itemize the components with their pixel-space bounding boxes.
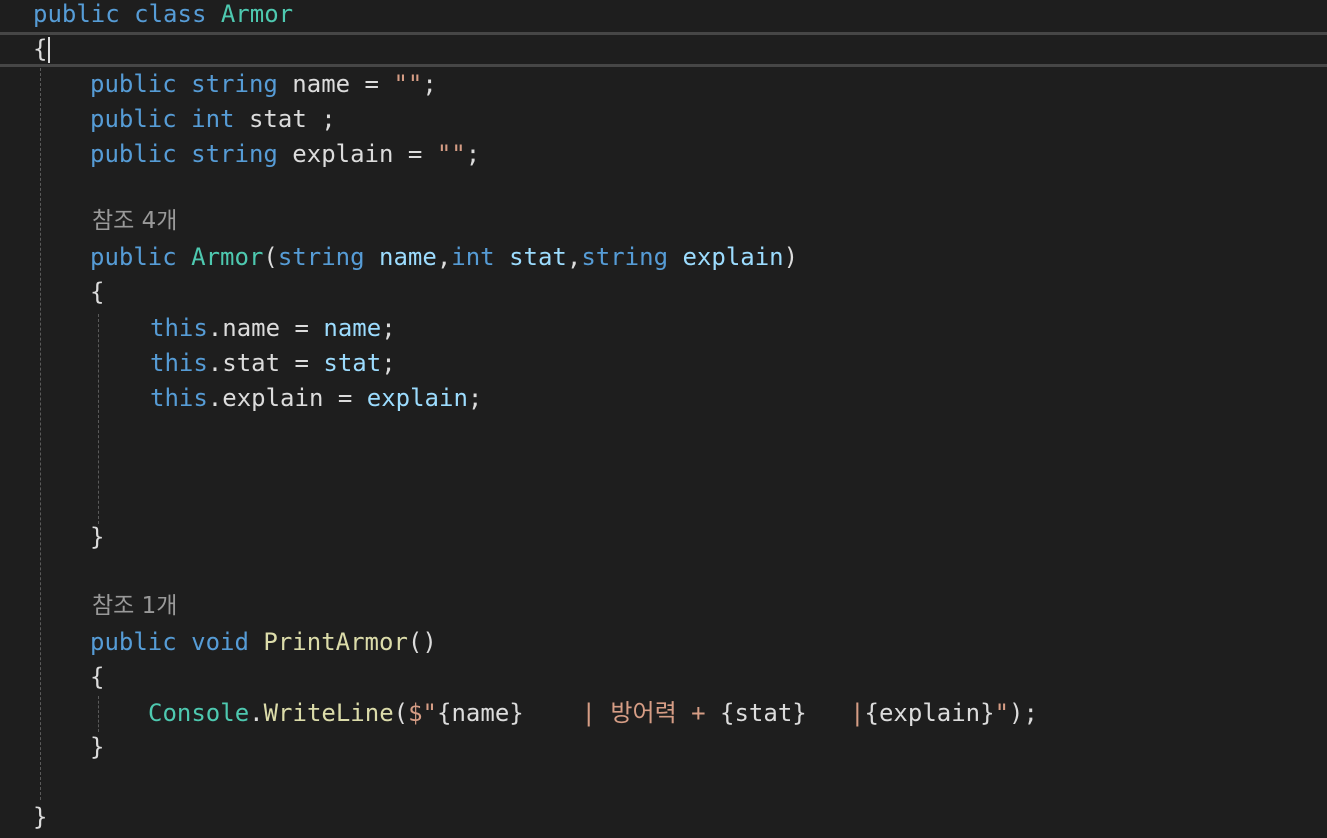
code-token: {explain} bbox=[864, 699, 995, 727]
code-token: string bbox=[191, 140, 278, 168]
codelens-references-method[interactable]: 참조 1개 bbox=[0, 589, 1327, 624]
code-line-13[interactable]: { bbox=[0, 660, 1327, 695]
codelens-references-constructor[interactable]: 참조 4개 bbox=[0, 204, 1327, 239]
text-caret bbox=[48, 37, 51, 63]
code-token: explain bbox=[366, 384, 468, 412]
code-token: . bbox=[249, 699, 264, 727]
code-token: { bbox=[90, 278, 105, 306]
code-token: explain = bbox=[277, 140, 437, 168]
code-token: Console bbox=[148, 699, 250, 727]
code-line-5[interactable]: public string explain = ""; bbox=[0, 137, 1327, 172]
code-token: string bbox=[191, 70, 278, 98]
code-token: explain bbox=[682, 243, 784, 271]
code-token: | 방어력 + bbox=[523, 699, 721, 727]
code-line-15[interactable]: } bbox=[0, 730, 1327, 765]
code-token: .stat = bbox=[207, 349, 324, 377]
code-token: int bbox=[191, 105, 235, 133]
code-token: .explain = bbox=[207, 384, 367, 412]
code-line-11[interactable]: } bbox=[0, 520, 1327, 555]
code-token: public bbox=[90, 105, 177, 133]
code-token: Armor bbox=[220, 0, 294, 28]
code-token: public bbox=[90, 628, 177, 656]
code-token: string bbox=[581, 243, 669, 271]
code-token: { bbox=[33, 35, 48, 63]
code-token: this bbox=[150, 384, 208, 412]
code-token: ); bbox=[1009, 699, 1038, 727]
code-line-7[interactable]: { bbox=[0, 275, 1327, 310]
code-token: "" bbox=[436, 140, 466, 168]
code-token: , bbox=[566, 243, 582, 271]
code-token: | bbox=[806, 699, 865, 727]
code-token: {name} bbox=[437, 699, 524, 727]
code-token: ; bbox=[381, 314, 396, 342]
code-editor[interactable]: public class Armor { public string name … bbox=[0, 0, 1327, 838]
code-token: WriteLine bbox=[263, 699, 394, 727]
code-token: $" bbox=[408, 699, 438, 727]
code-line-8[interactable]: this.name = name; bbox=[0, 311, 1327, 346]
code-line-2-current[interactable]: { bbox=[0, 32, 1327, 67]
code-token: this bbox=[150, 314, 208, 342]
code-token: () bbox=[407, 628, 437, 656]
code-token: ( bbox=[393, 699, 409, 727]
code-token: void bbox=[191, 628, 249, 656]
code-token: { bbox=[90, 663, 105, 691]
code-token: "" bbox=[393, 70, 423, 98]
code-token: ; bbox=[381, 349, 396, 377]
code-token: name = bbox=[277, 70, 394, 98]
code-token: stat ; bbox=[234, 105, 336, 133]
code-token: name bbox=[323, 314, 382, 342]
code-token: string bbox=[277, 243, 365, 271]
code-token: ) bbox=[783, 243, 799, 271]
code-token: PrintArmor bbox=[263, 628, 408, 656]
code-line-1[interactable]: public class Armor bbox=[0, 0, 1327, 32]
code-line-14[interactable]: Console.WriteLine($"{name} | 방어력 + {stat… bbox=[0, 696, 1327, 731]
code-line-16[interactable]: } bbox=[0, 800, 1327, 835]
code-token: } bbox=[33, 803, 48, 831]
code-line-9[interactable]: this.stat = stat; bbox=[0, 346, 1327, 381]
code-token: class bbox=[134, 0, 207, 28]
code-line-12[interactable]: public void PrintArmor() bbox=[0, 625, 1327, 660]
code-token: ; bbox=[467, 384, 483, 412]
code-token: ; bbox=[422, 70, 437, 98]
code-line-3[interactable]: public string name = ""; bbox=[0, 67, 1327, 102]
code-token: } bbox=[90, 523, 105, 551]
code-token: this bbox=[150, 349, 208, 377]
code-token: } bbox=[90, 733, 105, 761]
code-line-2-text: { bbox=[33, 35, 47, 63]
code-token: ; bbox=[465, 140, 481, 168]
code-token: public bbox=[33, 0, 120, 28]
code-token: ( bbox=[263, 243, 278, 271]
code-token: .name = bbox=[207, 314, 324, 342]
code-token: stat bbox=[323, 349, 382, 377]
code-line-10[interactable]: this.explain = explain; bbox=[0, 381, 1327, 416]
code-token: int bbox=[451, 243, 495, 271]
code-token: Armor bbox=[191, 243, 264, 271]
code-line-6[interactable]: public Armor(string name,int stat,string… bbox=[0, 240, 1327, 275]
code-token: {stat} bbox=[720, 699, 807, 727]
code-token: name bbox=[379, 243, 437, 271]
code-token: stat bbox=[509, 243, 567, 271]
code-token: " bbox=[994, 699, 1010, 727]
code-line-4[interactable]: public int stat ; bbox=[0, 102, 1327, 137]
code-token: , bbox=[436, 243, 452, 271]
code-token: public bbox=[90, 243, 177, 271]
code-token: public bbox=[90, 140, 177, 168]
code-token: public bbox=[90, 70, 177, 98]
